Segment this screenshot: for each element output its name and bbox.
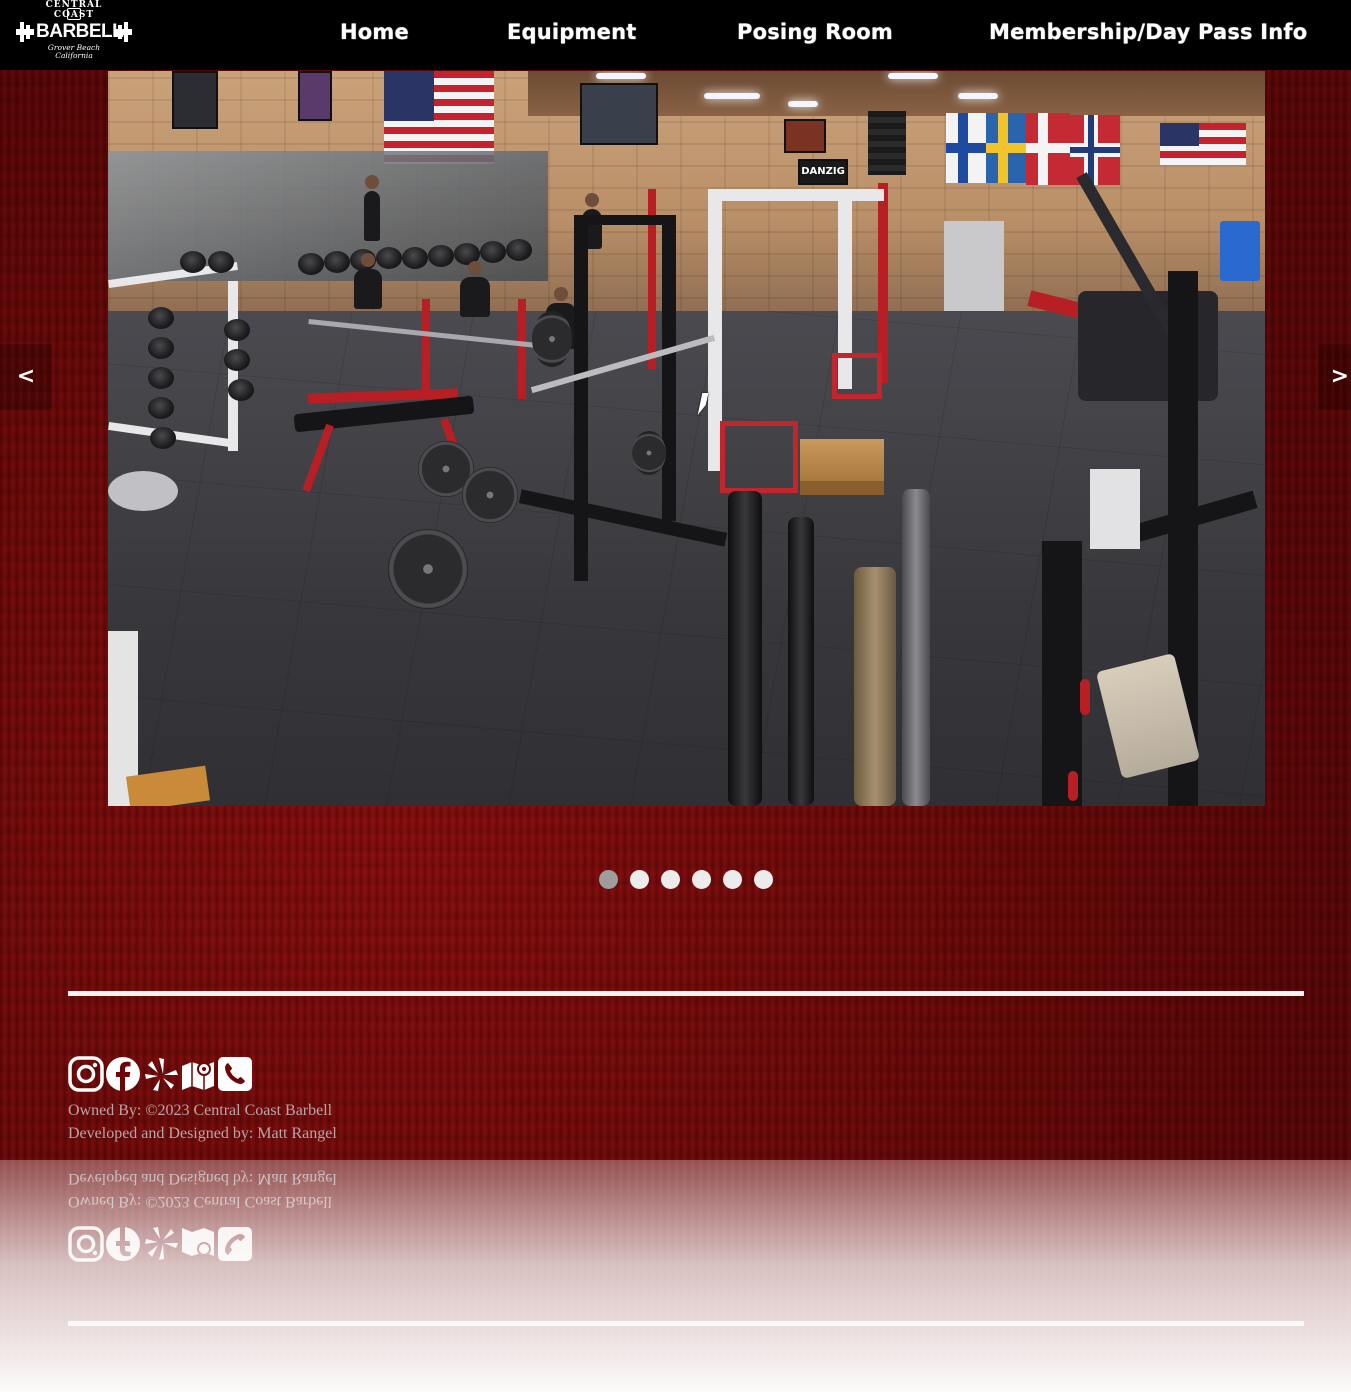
map-icon[interactable] xyxy=(180,1056,216,1092)
owned-by-text: Owned By: ©2023 Central Coast Barbell xyxy=(68,1102,333,1119)
carousel-next-button[interactable]: > xyxy=(1318,344,1351,410)
sweden-flag xyxy=(986,113,1026,183)
carousel-dot-5[interactable] xyxy=(723,870,742,889)
nav-home[interactable]: Home xyxy=(340,20,409,44)
nav-posing-room[interactable]: Posing Room xyxy=(737,20,893,44)
site-header: CENTRAL COAST BARBELL Grover Beach Calif… xyxy=(0,0,1351,70)
carousel-slide-gym-photo: DANZIG xyxy=(108,71,1265,806)
carousel-dot-2[interactable] xyxy=(630,870,649,889)
reflected-social-links xyxy=(68,1224,258,1262)
yelp-icon[interactable] xyxy=(144,1056,180,1092)
carousel-dots xyxy=(599,870,779,890)
reflected-facebook-icon xyxy=(106,1227,140,1261)
social-links xyxy=(68,1056,258,1094)
squat-rack xyxy=(574,221,588,581)
carousel-dot-6[interactable] xyxy=(754,870,773,889)
nav-membership-day-pass-info[interactable]: Membership/Day Pass Info xyxy=(989,20,1307,44)
weight-plate xyxy=(462,467,518,523)
instagram-icon[interactable] xyxy=(68,1056,104,1092)
finland-flag xyxy=(946,113,986,183)
denmark-flag xyxy=(1026,113,1070,185)
gym-member xyxy=(364,175,380,241)
phone-icon[interactable] xyxy=(217,1056,253,1092)
weight-plate xyxy=(632,431,666,475)
main-nav: Home Equipment Posing Room Membership/Da… xyxy=(0,0,1351,70)
gym-member xyxy=(354,253,382,309)
american-flag xyxy=(1160,123,1246,165)
nav-equipment[interactable]: Equipment xyxy=(507,20,636,44)
footer-divider xyxy=(68,991,1304,996)
facebook-icon[interactable] xyxy=(105,1056,141,1092)
carousel-dot-1[interactable] xyxy=(599,870,618,889)
reflected-credits: Owned By: ©2023 Central Coast Barbell De… xyxy=(68,1167,468,1212)
weight-plate xyxy=(532,311,572,367)
thin-blue-line-flag xyxy=(868,111,906,175)
wall-poster xyxy=(580,83,658,145)
danzig-banner: DANZIG xyxy=(798,159,848,185)
wall-poster xyxy=(784,119,826,153)
carousel-dot-4[interactable] xyxy=(692,870,711,889)
norway-flag xyxy=(1070,115,1120,185)
reflected-phone-icon xyxy=(218,1227,252,1261)
wall-poster xyxy=(172,71,218,129)
carousel-dot-3[interactable] xyxy=(661,870,680,889)
footer-credits: Owned By: ©2023 Central Coast Barbell De… xyxy=(68,1100,468,1145)
barbell-stand xyxy=(728,491,762,806)
reflected-instagram-icon xyxy=(68,1226,104,1262)
plyo-box-red xyxy=(832,353,882,399)
reflected-developed-by-text: Developed and Designed by: Matt Rangel xyxy=(68,1170,337,1188)
reflected-owned-by-text: Owned By: ©2023 Central Coast Barbell xyxy=(68,1193,333,1210)
weight-plate xyxy=(388,529,468,609)
reflected-map-icon xyxy=(182,1228,214,1256)
carousel-prev-button[interactable]: < xyxy=(0,344,52,410)
wall-poster xyxy=(298,71,332,121)
developed-by-text: Developed and Designed by: Matt Rangel xyxy=(68,1124,337,1142)
plyo-box-red xyxy=(720,421,798,493)
reflected-divider xyxy=(68,1321,1304,1326)
reflected-yelp-icon xyxy=(145,1227,178,1260)
gym-member xyxy=(460,261,490,317)
footer-reflection: Owned By: ©2023 Central Coast Barbell De… xyxy=(0,1160,1351,1392)
blue-bin xyxy=(1220,221,1260,281)
wooden-step-box xyxy=(800,439,884,495)
